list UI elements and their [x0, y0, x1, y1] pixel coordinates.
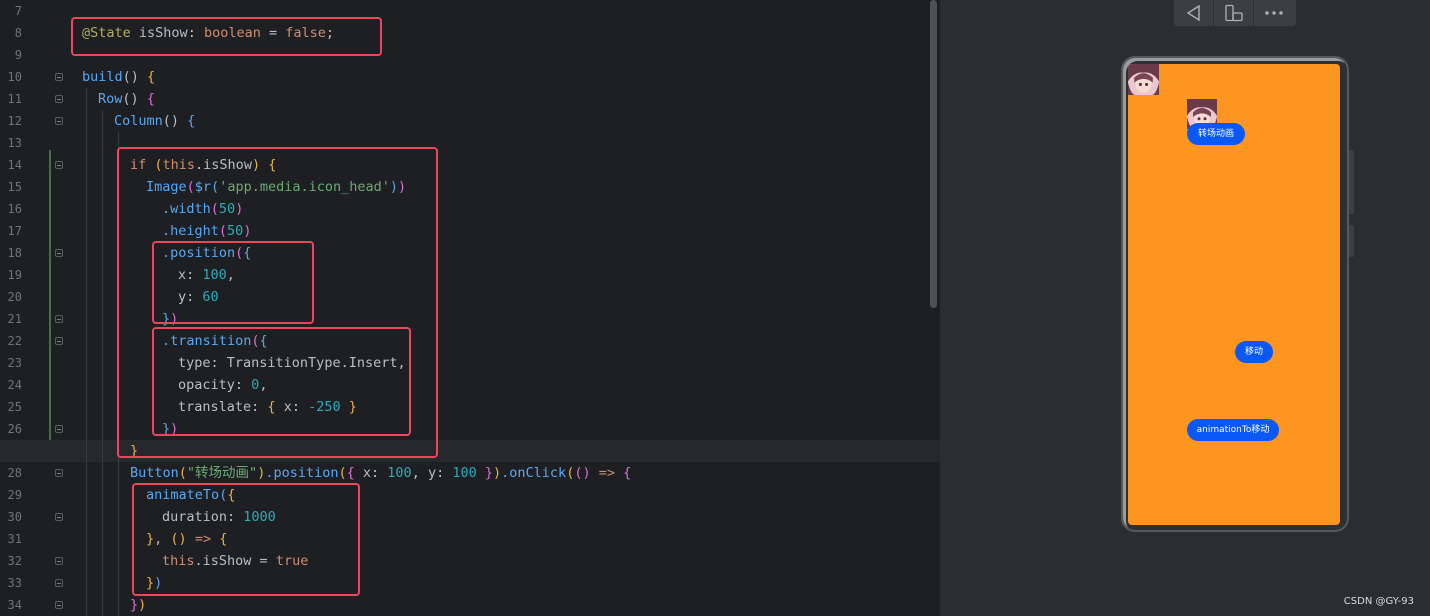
indent-guide [102, 132, 103, 154]
indent-guide [102, 572, 103, 594]
code-line[interactable]: }) [0, 594, 940, 616]
indent-guide [86, 484, 87, 506]
highlight-position-block [152, 241, 314, 324]
indent-guide [102, 528, 103, 550]
indent-guide [86, 330, 87, 352]
code-line[interactable]: Button("转场动画").position({ x: 100, y: 100… [0, 462, 940, 484]
device-rotate-icon[interactable] [1214, 0, 1254, 26]
indent-guide [118, 572, 119, 594]
indent-guide [86, 154, 87, 176]
indent-guide [102, 110, 103, 132]
indent-guide [86, 198, 87, 220]
indent-guide [102, 220, 103, 242]
indent-guide [102, 374, 103, 396]
indent-guide [86, 352, 87, 374]
indent-guide [86, 506, 87, 528]
animateto-move-button[interactable]: animationTo移动 [1187, 419, 1279, 441]
device-screen[interactable]: 转场动画 移动 animationTo移动 [1128, 64, 1340, 525]
avatar-image-corner [1128, 64, 1159, 95]
indent-guide [86, 374, 87, 396]
indent-guide [86, 440, 87, 462]
indent-guide [102, 506, 103, 528]
indent-guide [86, 396, 87, 418]
highlight-transition-block [152, 327, 411, 436]
indent-guide [102, 484, 103, 506]
indent-guide [86, 308, 87, 330]
indent-guide [118, 484, 119, 506]
indent-guide [118, 550, 119, 572]
indent-guide [102, 396, 103, 418]
indent-guide [102, 594, 103, 616]
indent-guide [102, 308, 103, 330]
highlight-state-declaration [71, 17, 382, 56]
indent-guide [102, 154, 103, 176]
indent-guide [86, 220, 87, 242]
indent-guide [86, 572, 87, 594]
code-editor[interactable]: 7891011121314151617181920212223242526272… [0, 0, 940, 616]
indent-guide [102, 330, 103, 352]
indent-guide [102, 440, 103, 462]
back-triangle-icon[interactable] [1174, 0, 1214, 26]
indent-guide [102, 352, 103, 374]
indent-guide [102, 286, 103, 308]
transition-animation-button[interactable]: 转场动画 [1187, 123, 1245, 145]
watermark: CSDN @GY-93 [1343, 596, 1414, 607]
indent-guide [102, 550, 103, 572]
indent-guide [102, 242, 103, 264]
code-line[interactable]: Column() { [0, 110, 940, 132]
device-previewer: 转场动画 移动 animationTo移动 CSDN @GY-93 [940, 0, 1430, 616]
indent-guide [86, 176, 87, 198]
previewer-toolbar [1174, 0, 1296, 26]
phone-power-button [1349, 150, 1354, 214]
phone-volume-button [1349, 225, 1354, 257]
indent-guide [86, 88, 87, 110]
indent-guide [86, 594, 87, 616]
indent-guide [102, 462, 103, 484]
indent-guide [86, 264, 87, 286]
indent-guide [102, 418, 103, 440]
indent-guide [118, 462, 119, 484]
indent-guide [102, 264, 103, 286]
indent-guide [86, 110, 87, 132]
highlight-animateto-block [132, 483, 360, 596]
indent-guide [102, 198, 103, 220]
indent-guide [86, 132, 87, 154]
indent-guide [86, 242, 87, 264]
indent-guide [86, 462, 87, 484]
indent-guide [86, 418, 87, 440]
indent-guide [86, 550, 87, 572]
move-button[interactable]: 移动 [1235, 341, 1273, 363]
indent-guide [102, 176, 103, 198]
code-line[interactable]: Row() { [0, 88, 940, 110]
more-options-icon[interactable] [1254, 0, 1294, 26]
indent-guide [86, 528, 87, 550]
editor-scrollbar[interactable] [930, 0, 937, 308]
indent-guide [118, 506, 119, 528]
indent-guide [86, 286, 87, 308]
code-line[interactable]: build() { [0, 66, 940, 88]
indent-guide [118, 594, 119, 616]
indent-guide [118, 528, 119, 550]
